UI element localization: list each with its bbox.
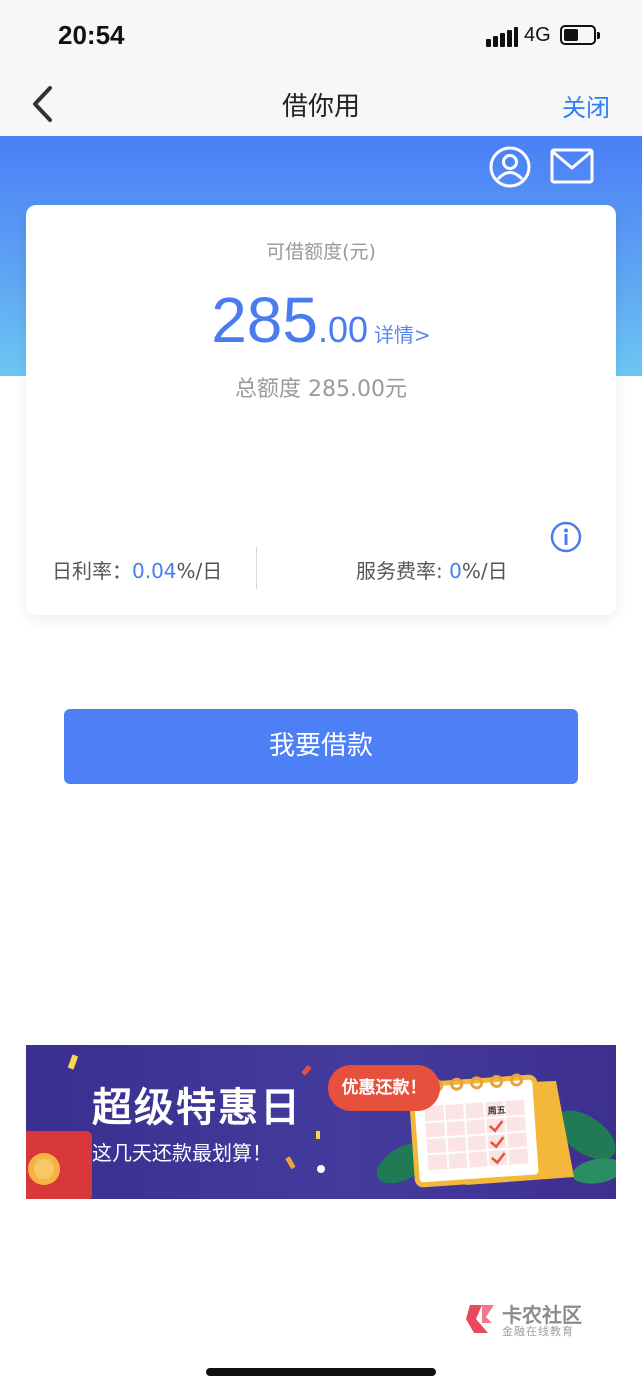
carousel-indicator [317,1165,325,1173]
info-icon[interactable] [550,521,582,553]
borrow-button[interactable]: 我要借款 [64,709,578,784]
watermark: 卡农社区 金融在线教育 [462,1299,592,1339]
banner-subtitle: 这几天还款最划算！ [92,1141,272,1165]
mail-icon[interactable] [550,148,594,184]
amount-decimal: .00 [317,309,369,350]
watermark-subtitle: 金融在线教育 [502,1325,574,1338]
credit-label: 可借额度(元) [266,241,376,263]
service-fee: 服务费率: 0%/日 [356,555,508,584]
banner-title: 超级特惠日 [92,1085,302,1131]
signal-icon [486,27,518,47]
amount-integer: 285 [211,284,318,356]
detail-link[interactable]: 详情> [374,323,431,347]
user-icon[interactable] [488,146,532,188]
rate-divider [256,547,257,589]
status-bar: 20:54 4G [0,0,642,72]
promo-banner[interactable]: 周五 超级特惠日 这几天还款最划算！ 优惠还款！ [26,1045,616,1199]
daily-rate-label: 日利率： [52,559,132,583]
credit-card: 可借额度(元) 285.00 详情> 总额度 285.00元 日利率：0.04%/… [26,205,616,615]
service-fee-value: 0 [449,559,462,583]
banner-tag: 优惠还款！ [328,1065,440,1111]
service-fee-label: 服务费率: [356,559,450,583]
home-indicator [206,1368,436,1376]
battery-icon [560,25,600,45]
total-amount: 总额度 285.00元 [235,377,407,402]
daily-rate: 日利率：0.04%/日 [52,555,222,584]
status-time: 20:54 [58,20,125,50]
daily-rate-unit: %/日 [176,559,223,583]
close-button[interactable]: 关闭 [562,88,610,123]
page-title: 借你用 [281,92,360,122]
nav-bar: 借你用 关闭 [0,72,642,136]
available-amount: 285.00 详情> [26,283,616,357]
service-fee-unit: %/日 [461,559,508,583]
calendar-day-label: 周五 [487,1105,506,1117]
network-type: 4G [524,24,551,46]
watermark-logo-icon [466,1305,494,1333]
daily-rate-value: 0.04 [132,559,177,583]
